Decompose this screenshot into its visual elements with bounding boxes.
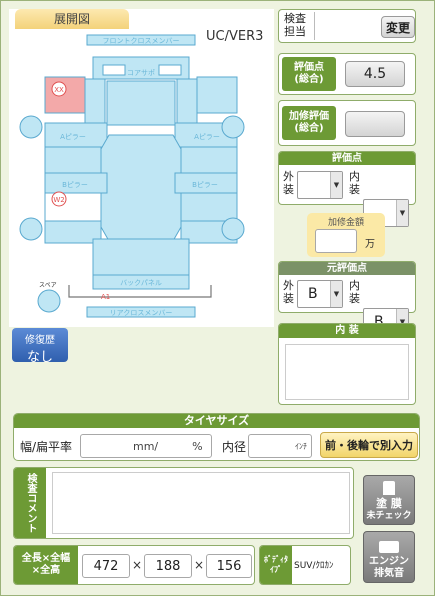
front-right-door-part[interactable] bbox=[180, 146, 238, 174]
paint-unchecked-button[interactable]: 塗 膜 未チェック bbox=[363, 475, 415, 525]
a-pillar-right-label: Aピラー bbox=[194, 133, 220, 141]
front-cross-member-label: フロントクロスメンバー bbox=[103, 37, 180, 45]
modified-rating-value-button[interactable] bbox=[345, 111, 405, 137]
interior-notes-panel: 内 装 bbox=[278, 323, 416, 405]
left-apron-part[interactable] bbox=[84, 78, 106, 128]
repair-history-badge[interactable]: 修復歴 なし bbox=[12, 328, 68, 365]
original-exterior-select[interactable]: B ▼ bbox=[297, 280, 343, 308]
inspector-label: 検査 担当 bbox=[284, 12, 306, 38]
tire-separate-input-button[interactable]: 前・後輪で別入力 bbox=[320, 432, 418, 458]
interior-notes-textarea[interactable] bbox=[285, 344, 409, 400]
score-panel: 評価点 外装 ▼ 内装 ▼ bbox=[278, 151, 416, 227]
dimensions-panel: 全長×全幅 ×全高 472 × 188 × 156 bbox=[13, 545, 255, 585]
comment-textarea[interactable] bbox=[52, 472, 350, 534]
original-score-panel: 元評価点 外装 B ▼ 内装 B ▼ bbox=[278, 261, 416, 336]
modified-rating-label: 加修評価 (総合) bbox=[282, 106, 336, 140]
height-input[interactable]: 156 bbox=[206, 554, 252, 578]
comment-label: 検査コメント bbox=[14, 468, 46, 538]
body-type-value[interactable]: SUV/ｸﾛｶﾝ bbox=[294, 558, 334, 571]
width-input[interactable]: 188 bbox=[144, 554, 192, 578]
chevron-down-icon: ▼ bbox=[330, 172, 342, 198]
body-type-label: ﾎﾞﾃﾞｨﾀ ｲﾌﾟ bbox=[260, 546, 292, 584]
tire-diameter-input[interactable]: ｲﾝﾁ bbox=[248, 434, 312, 458]
repair-amount-label: 加修金額 bbox=[327, 218, 364, 228]
rating-value-button[interactable]: 4.5 bbox=[345, 61, 405, 87]
inspection-form: 展開図 UC/VER3 フロントクロスメンバー コアサポ Aピラー Aピラー B… bbox=[0, 0, 435, 596]
front-right-fender-part[interactable] bbox=[196, 76, 238, 114]
rear-cross-member-label: リアクロスメンバー bbox=[110, 309, 173, 317]
spare-label: スペア bbox=[39, 282, 57, 289]
length-input[interactable]: 472 bbox=[82, 554, 130, 578]
b-pillar-left-label: Bピラー bbox=[62, 181, 88, 189]
interior-notes-header: 内 装 bbox=[279, 324, 415, 338]
tire-size-panel: タイヤサイズ 幅/扁平率 mm/ % 内径 ｲﾝﾁ 前・後輪で別入力 bbox=[13, 413, 420, 461]
repair-amount-input[interactable] bbox=[315, 229, 357, 253]
damage-mark-w2-label: W2 bbox=[53, 196, 64, 204]
chevron-down-icon: ▼ bbox=[330, 281, 342, 307]
dimensions-label: 全長×全幅 ×全高 bbox=[14, 546, 78, 584]
original-interior-label: 内装 bbox=[349, 279, 360, 305]
front-left-wheel[interactable] bbox=[19, 115, 43, 139]
car-body-diagram[interactable]: フロントクロスメンバー コアサポ Aピラー Aピラー Bピラー Bピラー バック… bbox=[9, 31, 274, 327]
right-apron-part[interactable] bbox=[176, 78, 198, 128]
times-sign-1: × bbox=[132, 558, 143, 572]
comment-panel: 検査コメント bbox=[13, 467, 354, 539]
times-sign-2: × bbox=[194, 558, 205, 572]
front-left-fender-part[interactable] bbox=[44, 76, 86, 114]
b-pillar-right-label: Bピラー bbox=[192, 181, 218, 189]
original-score-header: 元評価点 bbox=[279, 262, 415, 275]
core-support-hole-left bbox=[102, 64, 126, 76]
paint-spray-icon bbox=[383, 481, 395, 496]
damage-mark-a1-label[interactable]: A1 bbox=[101, 293, 110, 301]
score-interior-label: 内装 bbox=[349, 170, 360, 196]
back-panel-label: バックパネル bbox=[120, 279, 162, 287]
change-inspector-button[interactable]: 変更 bbox=[381, 16, 415, 38]
spare-tire[interactable] bbox=[37, 289, 61, 313]
roof-part[interactable] bbox=[100, 134, 182, 242]
body-type-panel: ﾎﾞﾃﾞｨﾀ ｲﾌﾟ SUV/ｸﾛｶﾝ bbox=[259, 545, 351, 585]
tire-width-input[interactable]: mm/ % bbox=[80, 434, 212, 458]
engine-icon bbox=[379, 541, 399, 553]
core-support-hole-right bbox=[158, 64, 182, 76]
repair-amount-unit: 万 bbox=[365, 239, 375, 250]
engine-sound-button[interactable]: エンジン 排気音 bbox=[363, 531, 415, 583]
core-support-label: コアサポ bbox=[127, 69, 155, 77]
repair-history-label: 修復歴 bbox=[25, 335, 55, 346]
chevron-down-icon: ▼ bbox=[396, 200, 408, 226]
repair-amount-panel: 加修金額 万 bbox=[307, 213, 385, 257]
front-right-wheel[interactable] bbox=[221, 115, 245, 139]
tire-width-label: 幅/扁平率 bbox=[20, 440, 73, 454]
rating-label: 評価点 (総合) bbox=[282, 57, 336, 91]
score-header: 評価点 bbox=[279, 152, 415, 165]
rear-left-wheel[interactable] bbox=[19, 217, 43, 241]
modified-rating-panel: 加修評価 (総合) bbox=[278, 100, 416, 146]
original-exterior-label: 外装 bbox=[283, 279, 294, 305]
rear-right-wheel[interactable] bbox=[221, 217, 245, 241]
damage-mark-xx-label: XX bbox=[54, 86, 64, 94]
rating-panel: 評価点 (総合) 4.5 bbox=[278, 53, 416, 95]
a-pillar-left-label: Aピラー bbox=[60, 133, 86, 141]
rear-right-door-part[interactable] bbox=[180, 192, 238, 222]
front-left-door-part[interactable] bbox=[44, 146, 102, 174]
hood-part[interactable] bbox=[106, 80, 176, 126]
tire-size-header: タイヤサイズ bbox=[14, 414, 419, 428]
trunk-part[interactable] bbox=[92, 238, 190, 280]
repair-history-value: なし bbox=[26, 350, 53, 365]
score-exterior-select[interactable]: ▼ bbox=[297, 171, 343, 199]
score-exterior-label: 外装 bbox=[283, 170, 294, 196]
inspector-panel: 検査 担当 変更 bbox=[278, 9, 416, 43]
tire-diameter-label: 内径 bbox=[222, 440, 247, 454]
diagram-tab[interactable]: 展開図 bbox=[15, 9, 129, 29]
